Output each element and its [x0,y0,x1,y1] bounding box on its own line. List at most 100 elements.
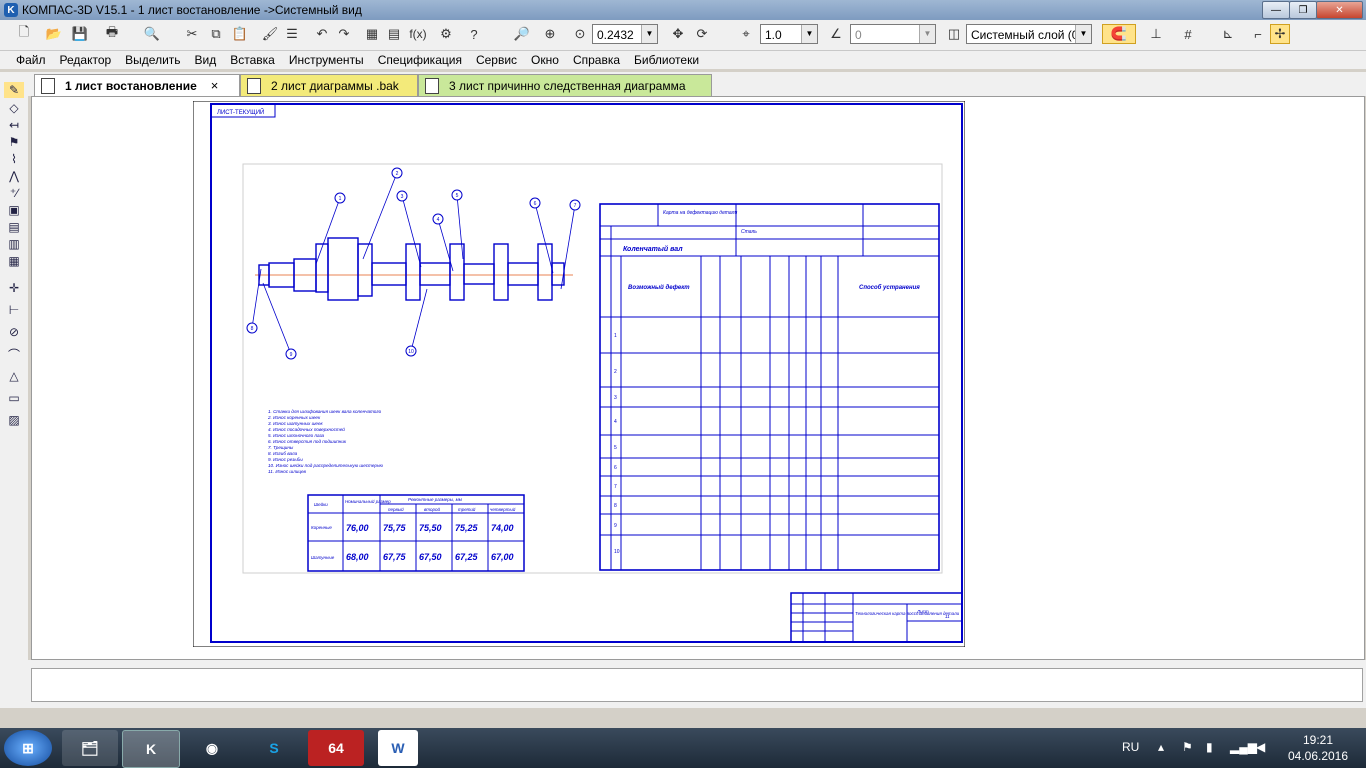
close-icon[interactable]: × [211,78,219,93]
menu-edit[interactable]: Редактор [53,53,119,67]
polyline-icon[interactable]: ⌐ [1248,24,1268,44]
preview-icon[interactable]: 🔍 [142,24,162,44]
menu-tools[interactable]: Инструменты [282,53,371,67]
word-icon[interactable]: W [378,730,418,766]
chevron-down-icon[interactable]: ▼ [919,25,935,43]
angle-combo[interactable]: 0 ▼ [850,24,936,44]
menu-select[interactable]: Выделить [118,53,187,67]
zoom-value: 0.2432 [597,28,634,42]
print-icon[interactable]: 🖶 [102,24,122,44]
measure-icon[interactable]: ⁺∕ [4,185,24,201]
associative-icon[interactable]: ▤ [4,219,24,235]
callout-number: 7 [574,203,577,209]
line-icon[interactable]: ⊢ [4,302,24,318]
new-document-icon[interactable]: 🗋 [14,24,34,44]
point-icon[interactable]: ✛ [4,280,24,296]
layer-combo[interactable]: Системный слой (0) ▼ [966,24,1092,44]
local-cs-icon[interactable]: ⊾ [1218,24,1238,44]
shapes-icon[interactable]: ◇ [4,100,24,116]
language-indicator[interactable]: RU [1122,740,1139,754]
tab-label: 2 лист диаграммы .bak [271,78,399,93]
help-pointer-icon[interactable]: ? [464,24,484,44]
ortho-icon[interactable]: ⊥ [1146,24,1166,44]
layer-icon[interactable]: ◫ [944,24,964,44]
circle-icon[interactable]: ⊘ [4,324,24,340]
tab-sheet-2[interactable]: 2 лист диаграммы .bak [240,74,418,96]
aida64-icon[interactable]: 64 [308,730,364,766]
select-icon[interactable]: ▣ [4,202,24,218]
network-alert-icon[interactable]: ⚑ [1182,740,1193,754]
hatch-icon[interactable]: ▨ [4,412,24,428]
start-button[interactable]: ⊞ [4,730,52,766]
menu-help[interactable]: Справка [566,53,627,67]
zoom-combo[interactable]: 0.2432 ▼ [592,24,658,44]
snap-icon[interactable]: ⌖ [736,24,756,44]
menu-insert[interactable]: Вставка [223,53,282,67]
tray-date[interactable]: 04.06.2016 [1278,749,1358,763]
calc-icon[interactable]: ⚙ [436,24,456,44]
rect-icon[interactable]: ▭ [4,390,24,406]
list-icon[interactable]: ☰ [282,24,302,44]
variables-icon[interactable]: ▤ [384,24,404,44]
redo-icon[interactable]: ↷ [334,24,354,44]
defect-row-number: 8 [614,503,617,509]
menu-window[interactable]: Окно [524,53,566,67]
spec-icon[interactable]: ▥ [4,236,24,252]
chevron-down-icon[interactable]: ▼ [801,25,817,43]
close-button[interactable]: ✕ [1316,1,1363,19]
copy-icon[interactable]: ⧉ [206,24,226,44]
step-combo[interactable]: 1.0 ▼ [760,24,818,44]
properties-icon[interactable]: 🖌 [260,24,280,44]
menu-file[interactable]: Файл [0,53,53,67]
arc-icon[interactable]: ⌒ [4,346,24,362]
skype-icon[interactable]: S [246,730,302,766]
drawing-sheet[interactable]: ЛИСТ-ТЕКУЩИЙ 1. Станки для шлифования ше… [193,101,965,647]
kompas-icon[interactable]: K [122,730,180,768]
tray-time[interactable]: 19:21 [1278,733,1358,747]
explorer-icon[interactable]: 🗂 [62,730,118,766]
tab-sheet-1[interactable]: 1 лист востановление × [34,74,240,96]
menu-service[interactable]: Сервис [469,53,524,67]
pan-icon[interactable]: ✥ [668,24,688,44]
magnet-snap-icon[interactable]: 🧲 [1102,24,1136,44]
formula-icon[interactable]: f(x) [406,24,430,44]
cut-icon[interactable]: ✂ [182,24,202,44]
manager-icon[interactable]: ▦ [362,24,382,44]
save-icon[interactable]: 💾 [70,24,90,44]
callout-number: 10 [408,349,414,355]
battery-icon[interactable]: ▮ [1206,740,1213,754]
menu-specification[interactable]: Спецификация [371,53,469,67]
angle-icon[interactable]: ∠ [826,24,846,44]
menu-libraries[interactable]: Библиотеки [627,53,706,67]
chevron-down-icon[interactable]: ▼ [641,25,657,43]
geometry-icon[interactable]: ✎ [4,82,24,98]
tab-sheet-3[interactable]: 3 лист причинно следственная диаграмма [418,74,712,96]
maximize-button[interactable]: ❐ [1289,1,1317,19]
menu-view[interactable]: Вид [188,53,224,67]
signal-icon[interactable]: ▂▄▆ [1230,740,1257,754]
minimize-button[interactable]: — [1262,1,1290,19]
zoom-in-icon[interactable]: ⊙ [570,24,590,44]
grid-icon[interactable]: # [1178,24,1198,44]
open-folder-icon[interactable]: 📂 [44,24,64,44]
volume-icon[interactable]: ◀ [1256,740,1265,754]
undo-icon[interactable]: ↶ [312,24,332,44]
round-icon[interactable]: ✢ [1270,24,1290,44]
parametrization-icon[interactable]: ⋀ [4,168,24,184]
dimensions-icon[interactable]: ↤ [4,117,24,133]
refresh-icon[interactable]: ⟳ [692,24,712,44]
zoom-window-icon[interactable]: 🔎 [512,24,532,44]
reports-icon[interactable]: ▦ [4,253,24,269]
chrome-icon[interactable]: ◉ [184,730,240,766]
triangle-icon[interactable]: △ [4,368,24,384]
properties-panel[interactable] [31,668,1363,702]
designations-icon[interactable]: ⚑ [4,134,24,150]
paste-icon[interactable]: 📋 [230,24,250,44]
edit-icon[interactable]: ⌇ [4,151,24,167]
tray-arrow-icon[interactable]: ▴ [1158,740,1164,754]
chevron-down-icon[interactable]: ▼ [1075,25,1091,43]
kompas-app-icon[interactable]: K [4,3,18,17]
callout-number: 2 [396,171,399,177]
size-value: 67,25 [455,552,479,562]
zoom-all-icon[interactable]: ⊕ [540,24,560,44]
